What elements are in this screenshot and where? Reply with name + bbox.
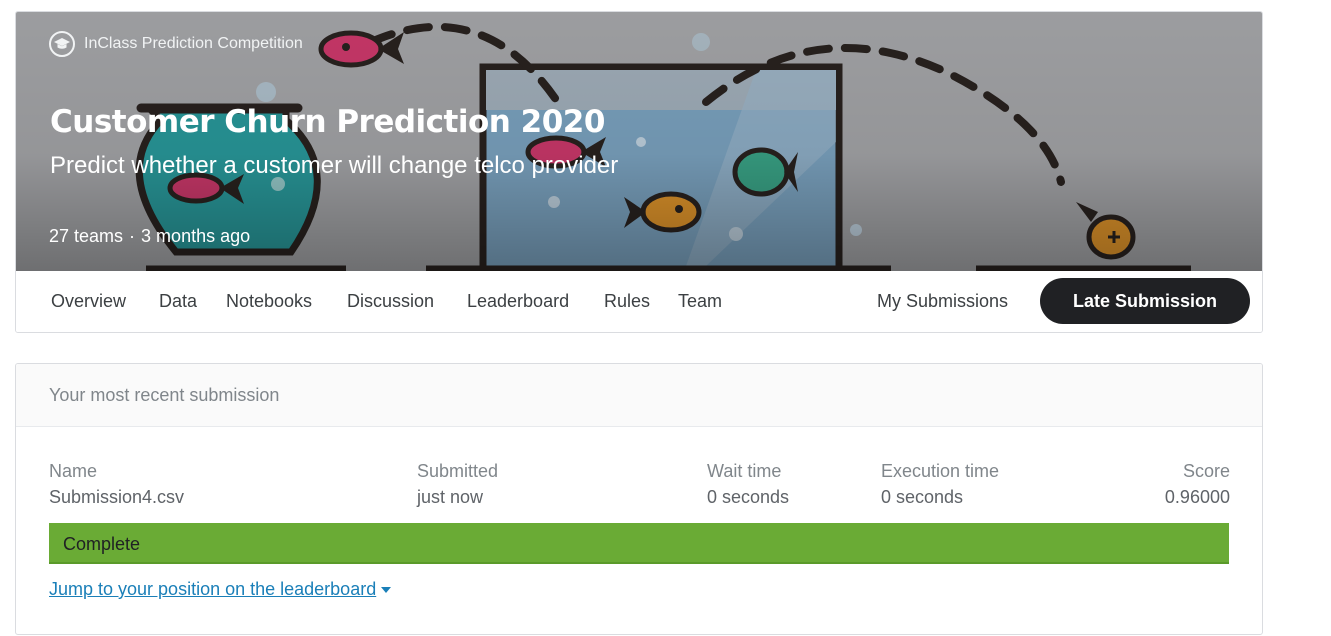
column-header-name: Name — [49, 461, 98, 481]
column-header-submitted: Submitted — [417, 461, 499, 481]
column-header-execution-time: Execution time — [881, 461, 1000, 481]
submission-card-title: Your most recent submission — [49, 385, 280, 405]
competition-age: 3 months ago — [141, 226, 251, 246]
column-header-score: Score — [1182, 461, 1230, 481]
caret-down-icon — [381, 587, 392, 594]
tab-overview[interactable]: Overview — [51, 291, 126, 312]
tab-team[interactable]: Team — [678, 291, 722, 312]
competition-type: InClass Prediction Competition — [49, 31, 303, 57]
competition-nav: Overview Data Notebooks Discussion Leade… — [16, 271, 1262, 332]
competition-type-label: InClass Prediction Competition — [84, 35, 303, 52]
late-submission-button[interactable]: Late Submission — [1040, 278, 1250, 324]
submission-wait-time: 0 seconds — [707, 487, 790, 507]
jump-to-leaderboard-link[interactable]: Jump to your position on the leaderboard — [49, 579, 392, 600]
column-header-wait-time: Wait time — [707, 461, 782, 481]
competition-meta: 27 teams · 3 months ago — [49, 226, 250, 247]
submission-score: 0.96000 — [1164, 487, 1230, 507]
submission-status-bar: Complete — [49, 523, 1229, 564]
submission-status-label: Complete — [63, 534, 141, 554]
competition-banner: InClass Prediction Competition Customer … — [16, 12, 1262, 271]
competition-header-card: InClass Prediction Competition Customer … — [15, 11, 1263, 333]
submission-submitted-time: just now — [417, 487, 484, 507]
competition-title: Customer Churn Prediction 2020 — [50, 104, 605, 140]
tab-data[interactable]: Data — [159, 291, 197, 312]
recent-submission-card: Your most recent submission Name Submitt… — [15, 363, 1263, 635]
team-count: 27 teams — [49, 226, 124, 246]
tab-leaderboard[interactable]: Leaderboard — [467, 291, 569, 312]
tab-discussion[interactable]: Discussion — [347, 291, 434, 312]
tab-rules[interactable]: Rules — [604, 291, 650, 312]
competition-subtitle: Predict whether a customer will change t… — [50, 152, 619, 179]
jump-to-leaderboard-label: Jump to your position on the leaderboard — [49, 579, 377, 599]
submission-execution-time: 0 seconds — [881, 487, 964, 507]
graduation-cap-icon — [49, 31, 75, 57]
tab-notebooks[interactable]: Notebooks — [226, 291, 312, 312]
my-submissions-link[interactable]: My Submissions — [877, 291, 1008, 312]
meta-separator: · — [129, 226, 136, 246]
submission-card-header: Your most recent submission — [16, 364, 1262, 427]
submission-file-name: Submission4.csv — [49, 487, 185, 507]
